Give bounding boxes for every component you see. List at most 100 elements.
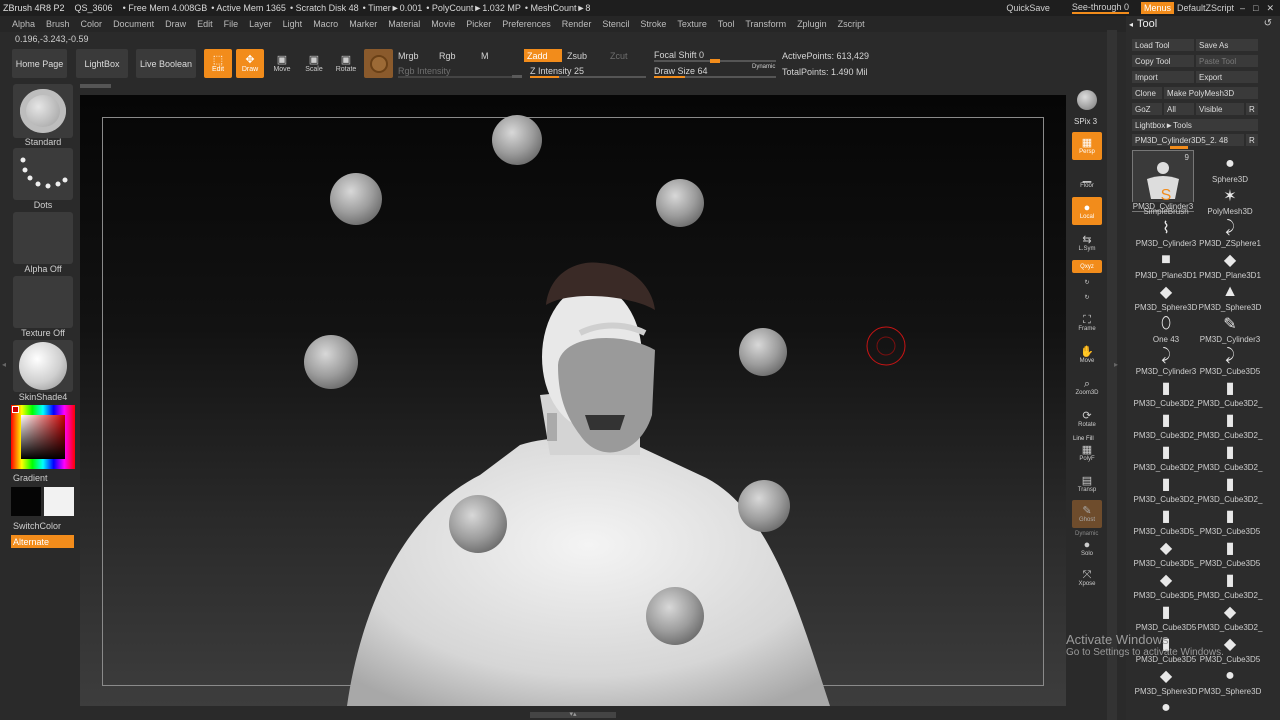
menu-color[interactable]: Color (81, 19, 103, 29)
tool-item[interactable]: ●PM3D_Sphere3D (1198, 664, 1262, 697)
secondary-color-swatch[interactable] (44, 487, 74, 516)
z-intensity-track[interactable] (530, 76, 646, 78)
move-view-button[interactable]: ✋ Move (1072, 342, 1102, 368)
lsym-toggle[interactable]: ⇆ L.Sym (1072, 232, 1102, 254)
material-picker[interactable] (13, 340, 73, 392)
draw-size-slider[interactable]: Draw Size 64 (654, 66, 708, 76)
draw-size-track[interactable] (654, 76, 776, 78)
current-tool-slider[interactable]: PM3D_Cylinder3D5_2. 48 (1132, 134, 1244, 146)
tool-item[interactable]: ⤸ PM3D_Cylinder3 (1134, 344, 1198, 377)
z-intensity-slider[interactable]: Z Intensity 25 (530, 66, 584, 76)
tool-item[interactable]: ⤸ PM3D_ZSphere1 (1198, 216, 1262, 249)
export-button[interactable]: Export (1196, 71, 1258, 83)
right-collapse-icon[interactable]: ▸ (1114, 360, 1120, 374)
tool-item[interactable]: ▮ PM3D_Cube3D2_ (1134, 376, 1199, 409)
left-collapse-icon[interactable]: ◂ (2, 360, 6, 378)
rotate-view-button[interactable]: ⟳ Rotate (1072, 406, 1102, 432)
goz-all-button[interactable]: All (1164, 103, 1194, 115)
tool-item[interactable]: ■ PM3D_Plane3D1 (1134, 248, 1198, 281)
rotate-mode-button[interactable]: ▣ Rotate (332, 49, 360, 78)
alternate-toggle[interactable]: Alternate (11, 535, 74, 548)
goz-button[interactable]: GoZ (1132, 103, 1162, 115)
see-through-slider[interactable]: See-through 0 (1071, 2, 1129, 14)
local-toggle[interactable]: ● Local (1072, 197, 1102, 225)
goz-visible-button[interactable]: Visible (1196, 103, 1244, 115)
paste-tool-button[interactable]: Paste Tool (1196, 55, 1258, 67)
menu-file[interactable]: File (224, 19, 239, 29)
xyz-toggle[interactable]: Qxyz (1072, 260, 1102, 273)
tool-item[interactable]: ▮ PM3D_Cube3D5 (1198, 504, 1262, 537)
palette-collapse-icon[interactable]: ◂ (1129, 20, 1133, 29)
menu-movie[interactable]: Movie (431, 19, 455, 29)
goz-r-button[interactable]: R (1246, 103, 1258, 115)
tool-item[interactable]: ▮ PM3D_Cube3D5 (1134, 600, 1198, 633)
menu-stencil[interactable]: Stencil (602, 19, 629, 29)
brush-picker[interactable] (13, 84, 73, 138)
texture-picker[interactable] (13, 276, 73, 328)
stroke-picker[interactable] (13, 148, 73, 200)
menu-light[interactable]: Light (283, 19, 303, 29)
menus-toggle[interactable]: Menus (1140, 2, 1174, 14)
tool-item[interactable]: ✎ PM3D_Cylinder3 (1198, 312, 1262, 345)
rotate-axis-z-icon[interactable]: ↻ (1078, 291, 1096, 303)
zadd-button[interactable]: Zadd (524, 49, 562, 62)
tool-item[interactable]: ▮ PM3D_Cube3D2_ (1198, 440, 1263, 473)
solo-toggle[interactable]: ● Solo (1072, 537, 1102, 559)
floor-toggle[interactable]: ▁ Floor (1072, 166, 1102, 194)
close-icon[interactable]: ✕ (1266, 3, 1274, 14)
focal-shift-handle[interactable] (710, 59, 720, 63)
tool-item[interactable]: ▲ PM3D_Sphere3D (1198, 280, 1262, 313)
gradient-toggle[interactable]: Gradient (13, 473, 48, 483)
color-picker-sv[interactable] (21, 415, 65, 459)
focal-shift-slider[interactable]: Focal Shift 0 (654, 50, 704, 60)
live-boolean-button[interactable]: Live Boolean (136, 49, 196, 78)
maximize-icon[interactable]: □ (1253, 3, 1258, 13)
menu-zscript[interactable]: Zscript (838, 19, 865, 29)
rgb-intensity-slider[interactable]: Rgb Intensity (398, 66, 451, 76)
menu-macro[interactable]: Macro (313, 19, 338, 29)
ghost-toggle[interactable]: ✎ Ghost (1072, 500, 1102, 528)
tool-item[interactable]: ▮ PM3D_Cube3D2_ (1198, 568, 1263, 601)
persp-toggle[interactable]: ▦ Persp (1072, 132, 1102, 160)
lightbox-tools-button[interactable]: Lightbox►Tools (1132, 119, 1258, 131)
bpr-render-button[interactable] (1072, 86, 1102, 114)
lightbox-button[interactable]: LightBox (76, 49, 128, 78)
rgb-button[interactable]: Rgb (439, 51, 456, 61)
quicksave-button[interactable]: QuickSave (1006, 3, 1050, 13)
tool-item[interactable]: ●PM3D_Sphere3D (1134, 696, 1198, 720)
tool-item[interactable]: ▮ PM3D_Cube3D5_ (1134, 504, 1199, 537)
copy-tool-button[interactable]: Copy Tool (1132, 55, 1194, 67)
tool-item[interactable]: ▮ PM3D_Cube3D2_ (1134, 472, 1199, 505)
tool-item[interactable]: ◆ PM3D_Cube3D5_ (1134, 568, 1199, 601)
tool-item[interactable]: ▮ PM3D_Cube3D2_ (1134, 440, 1199, 473)
tool-item[interactable]: ▮ PM3D_Cube3D2_ (1198, 376, 1263, 409)
palette-dock-icon[interactable]: ↺ (1264, 18, 1272, 29)
edit-mode-button[interactable]: ⬚ Edit (204, 49, 232, 78)
tool-item[interactable]: ▮ PM3D_Cube3D5 (1198, 536, 1262, 569)
xpose-button[interactable]: ⤧ Xpose (1072, 565, 1102, 591)
default-zscript-button[interactable]: DefaultZScript (1177, 3, 1234, 13)
dynamic-size-toggle[interactable]: Dynamic (752, 64, 775, 70)
switchcolor-button[interactable]: SwitchColor (13, 521, 61, 531)
rotate-axis-y-icon[interactable]: ↻ (1078, 276, 1096, 288)
menu-edit[interactable]: Edit (197, 19, 213, 29)
menu-transform[interactable]: Transform (745, 19, 786, 29)
spix-slider[interactable]: SPix 3 (1074, 117, 1097, 126)
transp-toggle[interactable]: ▤ Transp (1072, 472, 1102, 496)
m-button[interactable]: M (481, 51, 489, 61)
menu-tool[interactable]: Tool (718, 19, 735, 29)
polyf-toggle[interactable]: ▦ PolyF (1072, 442, 1102, 464)
scale-mode-button[interactable]: ▣ Scale (300, 49, 328, 78)
menu-draw[interactable]: Draw (165, 19, 186, 29)
menu-stroke[interactable]: Stroke (640, 19, 666, 29)
draw-mode-button[interactable]: ✥ Draw (236, 49, 264, 78)
tool-item[interactable]: S SimpleBrush (1134, 184, 1198, 217)
color-picker-marker[interactable] (12, 406, 19, 413)
home-page-button[interactable]: Home Page (12, 49, 67, 78)
save-as-button[interactable]: Save As (1196, 39, 1258, 51)
tool-item[interactable]: ▮ PM3D_Cube3D2_ (1134, 408, 1199, 441)
menu-render[interactable]: Render (562, 19, 592, 29)
color-picker-hue[interactable] (11, 405, 75, 469)
zsub-button[interactable]: Zsub (567, 51, 587, 61)
menu-texture[interactable]: Texture (677, 19, 707, 29)
